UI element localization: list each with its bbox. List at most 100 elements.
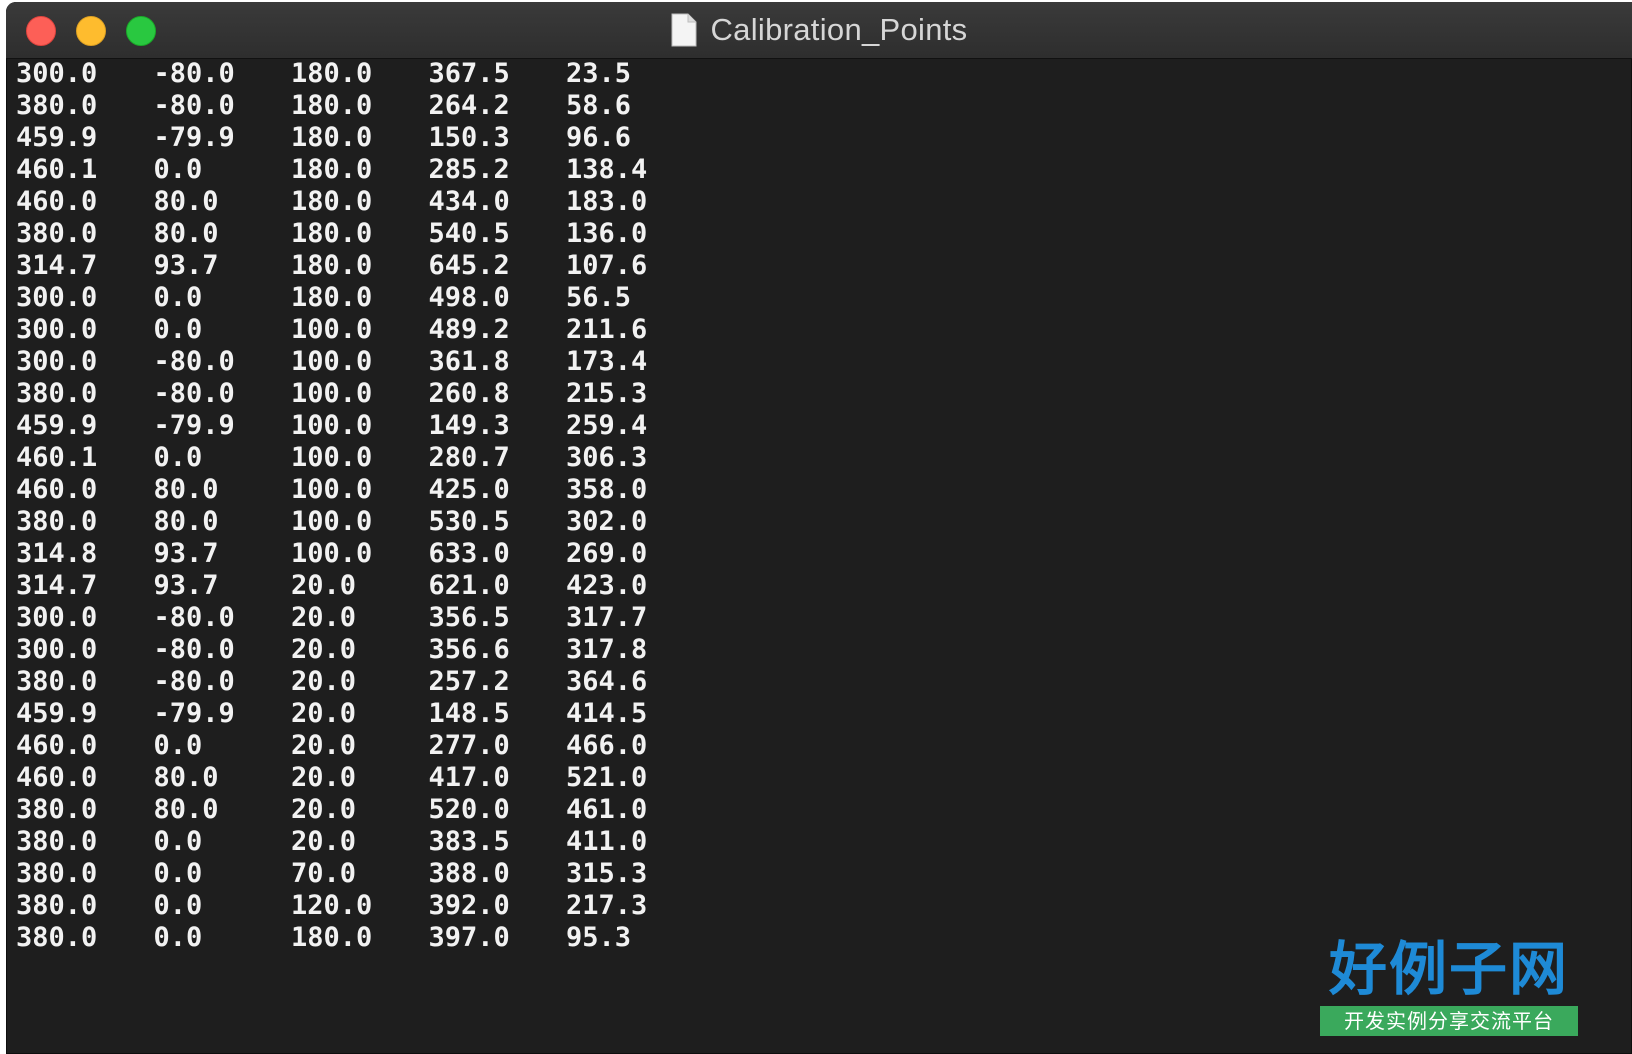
- text-content-area[interactable]: 300.0 -80.0 180.0 367.5 23.5 380.0 -80.0 180.0 2…: [16, 58, 1632, 1054]
- data-row: 459.9 -79.9 100.0 149.3 259.4: [16, 410, 1632, 442]
- data-cell: 93.7: [153, 570, 219, 601]
- data-cell: 180.0: [291, 282, 373, 313]
- data-row: 459.9 -79.9 180.0 150.3 96.6: [16, 122, 1632, 154]
- data-row: 380.0 -80.0 20.0 257.2 364.6: [16, 666, 1632, 698]
- data-cell: 356.6: [428, 634, 510, 665]
- data-cell: 388.0: [428, 858, 510, 889]
- document-icon: [671, 13, 697, 47]
- data-cell: 180.0: [291, 250, 373, 281]
- title-bar[interactable]: Calibration_Points: [6, 2, 1632, 59]
- data-row: 314.7 93.7 180.0 645.2 107.6: [16, 250, 1632, 282]
- data-row: 300.0 0.0 100.0 489.2 211.6: [16, 314, 1632, 346]
- data-cell: 20.0: [291, 666, 357, 697]
- data-cell: 317.8: [566, 634, 648, 665]
- data-row: 300.0 0.0 180.0 498.0 56.5: [16, 282, 1632, 314]
- data-cell: 530.5: [428, 506, 510, 537]
- data-row: 460.1 0.0 180.0 285.2 138.4: [16, 154, 1632, 186]
- data-cell: 183.0: [566, 186, 648, 217]
- data-cell: 460.1: [16, 154, 98, 185]
- text-editor-window: Calibration_Points 300.0 -80.0 180.0 367.5 2…: [6, 2, 1632, 1054]
- data-cell: 20.0: [291, 698, 357, 729]
- data-cell: 460.1: [16, 442, 98, 473]
- data-row: 460.0 0.0 20.0 277.0 466.0: [16, 730, 1632, 762]
- data-cell: 466.0: [566, 730, 648, 761]
- data-cell: 20.0: [291, 570, 357, 601]
- data-cell: 380.0: [16, 378, 98, 409]
- data-cell: 0.0: [153, 730, 203, 761]
- data-cell: 80.0: [153, 762, 219, 793]
- data-cell: 0.0: [153, 922, 203, 953]
- data-cell: 280.7: [428, 442, 510, 473]
- data-row: 314.8 93.7 100.0 633.0 269.0: [16, 538, 1632, 570]
- data-cell: 392.0: [428, 890, 510, 921]
- data-cell: 314.7: [16, 570, 98, 601]
- data-cell: 300.0: [16, 634, 98, 665]
- data-cell: 315.3: [566, 858, 648, 889]
- data-cell: 277.0: [428, 730, 510, 761]
- data-cell: 217.3: [566, 890, 648, 921]
- data-cell: -80.0: [153, 666, 235, 697]
- data-row: 380.0 0.0 70.0 388.0 315.3: [16, 858, 1632, 890]
- data-cell: 180.0: [291, 90, 373, 121]
- data-cell: 361.8: [428, 346, 510, 377]
- data-cell: -79.9: [153, 410, 235, 441]
- data-cell: 20.0: [291, 794, 357, 825]
- data-cell: 150.3: [428, 122, 510, 153]
- data-cell: 100.0: [291, 378, 373, 409]
- data-cell: -80.0: [153, 58, 235, 89]
- data-cell: 459.9: [16, 122, 98, 153]
- data-cell: 0.0: [153, 442, 203, 473]
- data-cell: 80.0: [153, 186, 219, 217]
- window-title: Calibration_Points: [710, 12, 968, 47]
- data-cell: 489.2: [428, 314, 510, 345]
- data-cell: 136.0: [566, 218, 648, 249]
- data-cell: 180.0: [291, 218, 373, 249]
- data-cell: 173.4: [566, 346, 648, 377]
- data-cell: 434.0: [428, 186, 510, 217]
- data-row: 314.7 93.7 20.0 621.0 423.0: [16, 570, 1632, 602]
- data-row: 300.0 -80.0 100.0 361.8 173.4: [16, 346, 1632, 378]
- data-row: 300.0 -80.0 20.0 356.5 317.7: [16, 602, 1632, 634]
- data-cell: 423.0: [566, 570, 648, 601]
- data-cell: 0.0: [153, 154, 203, 185]
- data-cell: 180.0: [291, 922, 373, 953]
- data-cell: 285.2: [428, 154, 510, 185]
- data-cell: 459.9: [16, 410, 98, 441]
- data-row: 300.0 -80.0 180.0 367.5 23.5: [16, 58, 1632, 90]
- data-cell: 259.4: [566, 410, 648, 441]
- data-cell: 460.0: [16, 474, 98, 505]
- data-cell: 380.0: [16, 890, 98, 921]
- data-cell: 460.0: [16, 186, 98, 217]
- data-cell: 358.0: [566, 474, 648, 505]
- data-cell: 300.0: [16, 602, 98, 633]
- data-cell: 380.0: [16, 218, 98, 249]
- data-cell: -79.9: [153, 122, 235, 153]
- data-row: 380.0 0.0 120.0 392.0 217.3: [16, 890, 1632, 922]
- data-cell: 20.0: [291, 762, 357, 793]
- watermark-logo-text: 好例子网: [1328, 935, 1569, 1003]
- data-cell: 520.0: [428, 794, 510, 825]
- data-cell: 100.0: [291, 346, 373, 377]
- data-cell: 317.7: [566, 602, 648, 633]
- data-row: 460.1 0.0 100.0 280.7 306.3: [16, 442, 1632, 474]
- data-row: 380.0 -80.0 100.0 260.8 215.3: [16, 378, 1632, 410]
- data-cell: 414.5: [566, 698, 648, 729]
- data-cell: 498.0: [428, 282, 510, 313]
- data-cell: 0.0: [153, 314, 203, 345]
- data-cell: 300.0: [16, 58, 98, 89]
- data-cell: 380.0: [16, 506, 98, 537]
- data-cell: -80.0: [153, 346, 235, 377]
- data-cell: 56.5: [566, 282, 632, 313]
- data-row: 459.9 -79.9 20.0 148.5 414.5: [16, 698, 1632, 730]
- data-cell: 0.0: [153, 890, 203, 921]
- data-cell: 100.0: [291, 314, 373, 345]
- data-cell: 425.0: [428, 474, 510, 505]
- data-cell: 633.0: [428, 538, 510, 569]
- data-cell: 180.0: [291, 58, 373, 89]
- data-cell: 461.0: [566, 794, 648, 825]
- data-row: 460.0 80.0 100.0 425.0 358.0: [16, 474, 1632, 506]
- data-row: 460.0 80.0 180.0 434.0 183.0: [16, 186, 1632, 218]
- data-cell: 0.0: [153, 858, 203, 889]
- data-cell: 0.0: [153, 282, 203, 313]
- data-cell: 397.0: [428, 922, 510, 953]
